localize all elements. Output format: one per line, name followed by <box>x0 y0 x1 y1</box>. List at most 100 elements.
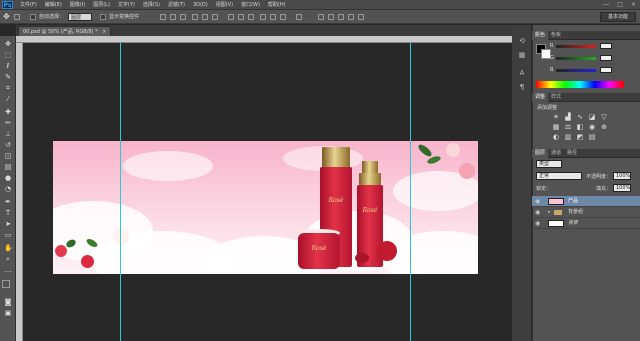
menu-edit[interactable]: 编辑(E) <box>45 0 62 10</box>
expand-arrow-icon[interactable]: ▸ <box>548 207 551 218</box>
3d-pan-icon[interactable] <box>338 14 344 20</box>
foreground-color-swatch[interactable] <box>2 280 10 288</box>
show-transform-checkbox[interactable] <box>100 14 106 20</box>
menu-select[interactable]: 选择(S) <box>143 0 160 10</box>
vertical-guide[interactable] <box>410 43 411 341</box>
blend-mode-dropdown[interactable]: 正常 <box>536 172 582 180</box>
layer-kind-filter[interactable]: 类型 <box>536 160 562 168</box>
vertical-guide[interactable] <box>120 43 121 341</box>
character-icon[interactable]: A <box>518 69 526 77</box>
type-tool-icon[interactable]: T <box>4 209 12 217</box>
align-left-icon[interactable] <box>192 14 198 20</box>
hue-saturation-icon[interactable]: ▦ <box>552 124 560 131</box>
move-tool-icon[interactable]: ✥ <box>4 40 12 48</box>
tab-paths[interactable]: 路径 <box>564 149 580 158</box>
curves-icon[interactable]: ∿ <box>576 114 584 121</box>
3d-scale-icon[interactable] <box>358 14 364 20</box>
color-spectrum[interactable] <box>536 81 624 88</box>
maximize-button[interactable]: □ <box>617 1 623 9</box>
layer-row[interactable]: ◉ 产品 <box>532 196 640 207</box>
healing-brush-tool-icon[interactable]: ✚ <box>4 108 12 116</box>
menu-filter[interactable]: 滤镜(T) <box>168 0 185 10</box>
tab-layers[interactable]: 图层 <box>532 149 549 158</box>
auto-select-checkbox[interactable] <box>30 14 36 20</box>
rectangle-tool-icon[interactable]: ▭ <box>4 231 12 239</box>
eraser-tool-icon[interactable]: ◫ <box>4 152 12 160</box>
tab-styles[interactable]: 样式 <box>548 93 564 102</box>
minimize-button[interactable]: — <box>603 1 609 9</box>
layer-row[interactable]: ◉ ▸ 背景组 <box>532 207 640 218</box>
menu-type[interactable]: 文字(Y) <box>118 0 135 10</box>
menu-layer[interactable]: 图层(L) <box>93 0 110 10</box>
align-hcenter-icon[interactable] <box>202 14 208 20</box>
layer-row[interactable]: ◉ 背景 <box>532 218 640 229</box>
distribute-hcenter-icon[interactable] <box>270 14 276 20</box>
align-right-icon[interactable] <box>212 14 218 20</box>
black-white-icon[interactable]: ◧ <box>576 124 584 131</box>
eye-icon[interactable]: ◉ <box>535 218 540 229</box>
channel-mixer-icon[interactable]: ⊕ <box>600 124 608 131</box>
auto-select-dropdown[interactable]: 图层 <box>68 13 92 21</box>
distribute-left-icon[interactable] <box>260 14 266 20</box>
banner-image[interactable]: Rosé Rosé Rosé <box>53 141 478 274</box>
3d-roll-icon[interactable] <box>328 14 334 20</box>
quick-mask-icon[interactable]: ◙ <box>4 298 12 306</box>
tab-swatches[interactable]: 色板 <box>548 31 564 40</box>
eye-icon[interactable]: ◉ <box>535 207 540 218</box>
distribute-right-icon[interactable] <box>280 14 286 20</box>
eye-icon[interactable]: ◉ <box>535 196 540 207</box>
distribute-bottom-icon[interactable] <box>248 14 254 20</box>
levels-icon[interactable]: ▟ <box>564 114 572 121</box>
exposure-icon[interactable]: ◪ <box>588 114 596 121</box>
properties-icon[interactable]: ▦ <box>518 51 526 59</box>
align-bottom-icon[interactable] <box>180 14 186 20</box>
tab-color[interactable]: 颜色 <box>532 31 549 40</box>
invert-icon[interactable]: ◐ <box>552 134 560 141</box>
menu-3d[interactable]: 3D(D) <box>193 0 208 10</box>
tool-preset-icon[interactable] <box>14 14 20 20</box>
close-tab-icon[interactable]: × <box>102 29 106 35</box>
gradient-tool-icon[interactable]: ▤ <box>4 163 12 171</box>
r-value[interactable] <box>600 43 612 49</box>
quick-select-tool-icon[interactable]: ✎ <box>4 73 12 81</box>
menu-file[interactable]: 文件(F) <box>20 0 37 10</box>
crop-tool-icon[interactable]: ⌗ <box>4 84 12 92</box>
auto-align-icon[interactable] <box>296 14 302 20</box>
vibrance-icon[interactable]: ▽ <box>600 114 608 121</box>
marquee-tool-icon[interactable]: ⬚ <box>4 51 12 59</box>
gradient-map-icon[interactable]: ▤ <box>588 134 596 141</box>
b-value[interactable] <box>600 67 612 73</box>
history-icon[interactable]: ⟲ <box>518 37 526 45</box>
3d-rotate-icon[interactable] <box>318 14 324 20</box>
align-vcenter-icon[interactable] <box>170 14 176 20</box>
g-value[interactable] <box>600 55 612 61</box>
move-tool-icon[interactable]: ✥ <box>3 13 10 21</box>
blur-tool-icon[interactable]: ● <box>4 174 12 182</box>
menu-window[interactable]: 窗口(W) <box>241 0 260 10</box>
paragraph-icon[interactable]: ¶ <box>518 83 526 91</box>
color-balance-icon[interactable]: ⚖ <box>564 124 572 131</box>
posterize-icon[interactable]: ▥ <box>564 134 572 141</box>
eyedropper-tool-icon[interactable]: ⁄ <box>4 95 12 103</box>
tab-channels[interactable]: 通道 <box>548 149 564 158</box>
clone-stamp-tool-icon[interactable]: ⊥ <box>4 130 12 138</box>
menu-help[interactable]: 帮助(H) <box>268 0 286 10</box>
document-tab[interactable]: 00.psd @ 50% (产品, RGB/8) * × <box>18 26 112 36</box>
workspace-switcher[interactable]: 基本功能 <box>600 12 636 22</box>
g-slider[interactable] <box>556 57 596 60</box>
distribute-top-icon[interactable] <box>228 14 234 20</box>
opacity-input[interactable]: 100% <box>613 172 631 180</box>
b-slider[interactable] <box>556 69 596 72</box>
menu-view[interactable]: 视图(V) <box>216 0 233 10</box>
screen-mode-icon[interactable]: ▣ <box>4 309 12 317</box>
r-slider[interactable] <box>556 45 596 48</box>
tab-adjustments[interactable]: 调整 <box>532 93 549 102</box>
brush-tool-icon[interactable]: ✏ <box>4 119 12 127</box>
zoom-tool-icon[interactable]: ⌕ <box>4 255 12 263</box>
history-brush-tool-icon[interactable]: ↺ <box>4 141 12 149</box>
more-tools-icon[interactable]: … <box>4 266 12 274</box>
3d-slide-icon[interactable] <box>348 14 354 20</box>
path-selection-tool-icon[interactable]: ➤ <box>4 220 12 228</box>
photo-filter-icon[interactable]: ◉ <box>588 124 596 131</box>
fill-input[interactable]: 100% <box>613 184 631 192</box>
